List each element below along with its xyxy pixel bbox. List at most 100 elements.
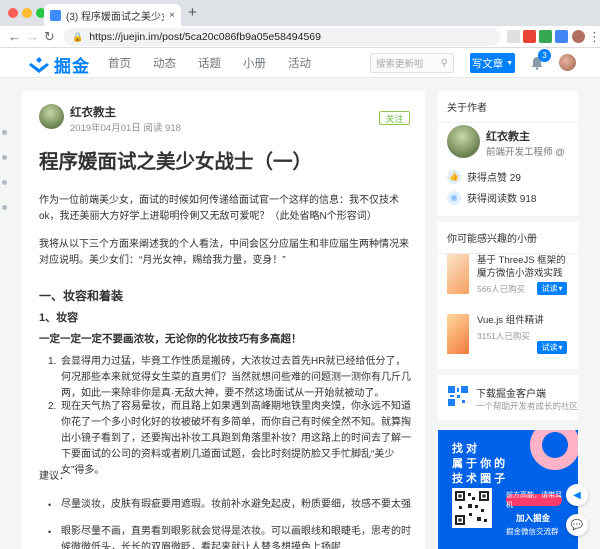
book-item[interactable]: 基于 ThreeJS 框架的魔方微信小游戏实践 566人已购买 试读 ▾: [447, 254, 571, 295]
juejin-logo[interactable]: 掘金: [28, 52, 90, 77]
book-cover[interactable]: [447, 254, 469, 294]
book-cover[interactable]: [447, 314, 469, 354]
eye-icon: ◉: [447, 190, 461, 205]
search-input[interactable]: 搜索更新啦 ⚲: [370, 53, 454, 73]
try-read-button[interactable]: 试读 ▾: [537, 282, 567, 295]
likes-stat: 👍 获得点赞 29: [447, 169, 521, 184]
list-item: 2. 现在天气热了容易晕妆，而且路上如果遇到高峰期地铁里肉夹馍，你永远不知道你花…: [48, 399, 413, 479]
panel-title: 你可能感兴趣的小册: [438, 222, 578, 254]
book-title[interactable]: Vue.js 组件精讲: [477, 314, 571, 327]
profile-icon[interactable]: [572, 30, 585, 43]
intro-paragraph: 作为一位前端美少女，面试的时候如何传递给面试官一个这样的信息：我不仅技术ok，我…: [39, 195, 399, 222]
author-meta: 2019年04月01日 阅读 918: [70, 123, 181, 134]
browser-toolbar: ← → ↻ 🔒 https://juejin.im/post/5ca20c086…: [0, 26, 600, 48]
url-text: https://juejin.im/post/5ca20c086fb9a05e5…: [89, 31, 321, 43]
advice-label: 建议：: [39, 471, 69, 482]
ad-line: 找 对: [452, 443, 478, 455]
write-article-button[interactable]: 写文章 ▼: [470, 53, 515, 73]
tab-title: (3) 程序媛面试之美少女战士（一: [66, 11, 164, 23]
author-avatar[interactable]: [39, 104, 64, 129]
author-name[interactable]: 红衣教主: [70, 104, 116, 120]
bullet-text: 尽量淡妆，皮肤有瑕疵要用遮瑕。妆前补水避免起皮，粉质要细，妆感不要太强: [61, 499, 411, 510]
share-wechat-icon[interactable]: [2, 205, 7, 210]
nav-topics[interactable]: 话题: [198, 55, 221, 71]
tab-close-icon[interactable]: ×: [169, 10, 175, 21]
chevron-down-icon: ▾: [558, 343, 563, 352]
author-name[interactable]: 红衣教主: [486, 128, 530, 144]
try-read-button[interactable]: 试读 ▾: [537, 341, 567, 354]
chevron-down-icon: ▾: [558, 284, 563, 293]
section-heading: 一、妆容和着装: [39, 289, 124, 303]
chevron-down-icon: ▼: [506, 59, 514, 67]
nav-events[interactable]: 活动: [288, 55, 311, 71]
window-close-button[interactable]: [8, 8, 18, 18]
new-tab-button[interactable]: +: [188, 5, 197, 21]
bullet-dot: •: [48, 527, 52, 537]
bullet-item: • 眼影尽量不画，直男看到眼影就会觉得是浓妆。可以画眼线和眼睫毛，思考的时候微微…: [48, 524, 413, 549]
qr-code: [452, 488, 492, 528]
app-download-title: 下载掘金客户端: [476, 389, 546, 400]
nav-home[interactable]: 首页: [108, 55, 131, 71]
juejin-favicon-icon: [50, 9, 61, 21]
window-minimize-button[interactable]: [22, 8, 32, 18]
write-article-label: 写文章: [471, 57, 504, 70]
forward-button[interactable]: →: [26, 28, 39, 46]
book-info: 基于 ThreeJS 框架的魔方微信小游戏实践 566人已购买 试读 ▾: [477, 254, 571, 295]
browser-tab[interactable]: (3) 程序媛面试之美少女战士（一 ×: [44, 4, 181, 26]
logo-text: 掘金: [54, 57, 90, 76]
share-weibo-icon[interactable]: [2, 180, 7, 185]
share-like-icon[interactable]: [2, 130, 7, 135]
donut-hole: [542, 432, 568, 458]
author-avatar[interactable]: [447, 125, 480, 158]
main-nav: 首页 动态 话题 小册 活动: [108, 48, 333, 78]
lock-icon: 🔒: [72, 31, 84, 42]
books-panel: 你可能感兴趣的小册 基于 ThreeJS 框架的魔方微信小游戏实践 566人已购…: [438, 222, 578, 369]
juejin-logo-icon: [29, 56, 49, 73]
wechat-group-ad[interactable]: 找 对 属 于 你 的 技 术 圈 子 前方高能，请带耳机 加入掘金 掘金微信交…: [438, 430, 578, 549]
ad-line: 技 术 圈 子: [452, 473, 506, 485]
ad-headphones-badge: 前方高能，请带耳机: [506, 492, 562, 509]
list-text: 现在天气热了容易晕妆，而且路上如果遇到高峰期地铁里肉夹馍，你永远不知道你花了一个…: [61, 401, 411, 476]
thumb-up-icon: 👍: [447, 169, 461, 184]
nav-books[interactable]: 小册: [243, 55, 266, 71]
panel-title: 关于作者: [438, 91, 578, 123]
list-number: 1.: [48, 356, 57, 367]
reads-text: 获得阅读数 918: [467, 194, 537, 205]
nav-activity[interactable]: 动态: [153, 55, 176, 71]
bullet-item: • 尽量淡妆，皮肤有瑕疵要用遮瑕。妆前补水避免起皮，粉质要细，妆感不要太强: [48, 497, 413, 513]
ad-line: 加入掘金: [516, 513, 551, 523]
share-comment-icon[interactable]: [2, 155, 7, 160]
book-title[interactable]: 基于 ThreeJS 框架的魔方微信小游戏实践: [477, 254, 571, 280]
search-icon[interactable]: ⚲: [441, 58, 448, 69]
chat-icon[interactable]: 💬: [566, 514, 588, 536]
likes-text: 获得点赞 29: [467, 173, 521, 184]
sub-heading: 1、妆容: [39, 312, 79, 324]
menu-icon[interactable]: ⋮: [588, 28, 600, 46]
search-placeholder: 搜索更新啦: [376, 59, 424, 70]
author-role: 前端开发工程师 @: [486, 147, 565, 158]
feedback-icon[interactable]: ◀: [566, 484, 588, 506]
extension-icon[interactable]: [539, 30, 552, 43]
ad-line: 掘金微信交流群: [506, 527, 559, 536]
book-item[interactable]: Vue.js 组件精讲 3151人已购买 试读 ▾: [447, 314, 571, 354]
extension-icon[interactable]: [523, 30, 536, 43]
app-download-panel[interactable]: 下载掘金客户端 一个帮助开发者成长的社区: [438, 375, 578, 420]
article-title: 程序媛面试之美少女战士（一）: [39, 151, 313, 173]
about-author-panel: 关于作者 红衣教主 前端开发工程师 @ 👍 获得点赞 29 ◉ 获得阅读数 91…: [438, 91, 578, 216]
browser-tab-bar: (3) 程序媛面试之美少女战士（一 × +: [0, 0, 600, 26]
address-bar[interactable]: 🔒 https://juejin.im/post/5ca20c086fb9a05…: [64, 28, 500, 46]
user-avatar[interactable]: [559, 54, 576, 71]
extension-icon[interactable]: [507, 30, 520, 43]
back-button[interactable]: ←: [8, 28, 21, 46]
bullet-text: 眼影尽量不画，直男看到眼影就会觉得是浓妆。可以画眼线和眼睫毛，思考的时候微微低头…: [61, 526, 411, 549]
notification-badge: 3: [538, 49, 551, 62]
ad-line: 属 于 你 的: [452, 458, 506, 470]
list-item: 1. 会显得用力过猛，毕竟工作性质是搬砖，大浓妆过去首先HR就已经给低分了，何况…: [48, 354, 413, 402]
follow-button[interactable]: 关注: [379, 111, 410, 125]
extension-icon[interactable]: [555, 30, 568, 43]
site-header: 掘金 首页 动态 话题 小册 活动 搜索更新啦 ⚲ 写文章 ▼ 3: [0, 48, 600, 78]
bullet-dot: •: [48, 500, 52, 510]
reload-button[interactable]: ↻: [44, 28, 55, 46]
book-info: Vue.js 组件精讲 3151人已购买 试读 ▾: [477, 314, 571, 354]
qr-code-icon: [447, 385, 469, 407]
